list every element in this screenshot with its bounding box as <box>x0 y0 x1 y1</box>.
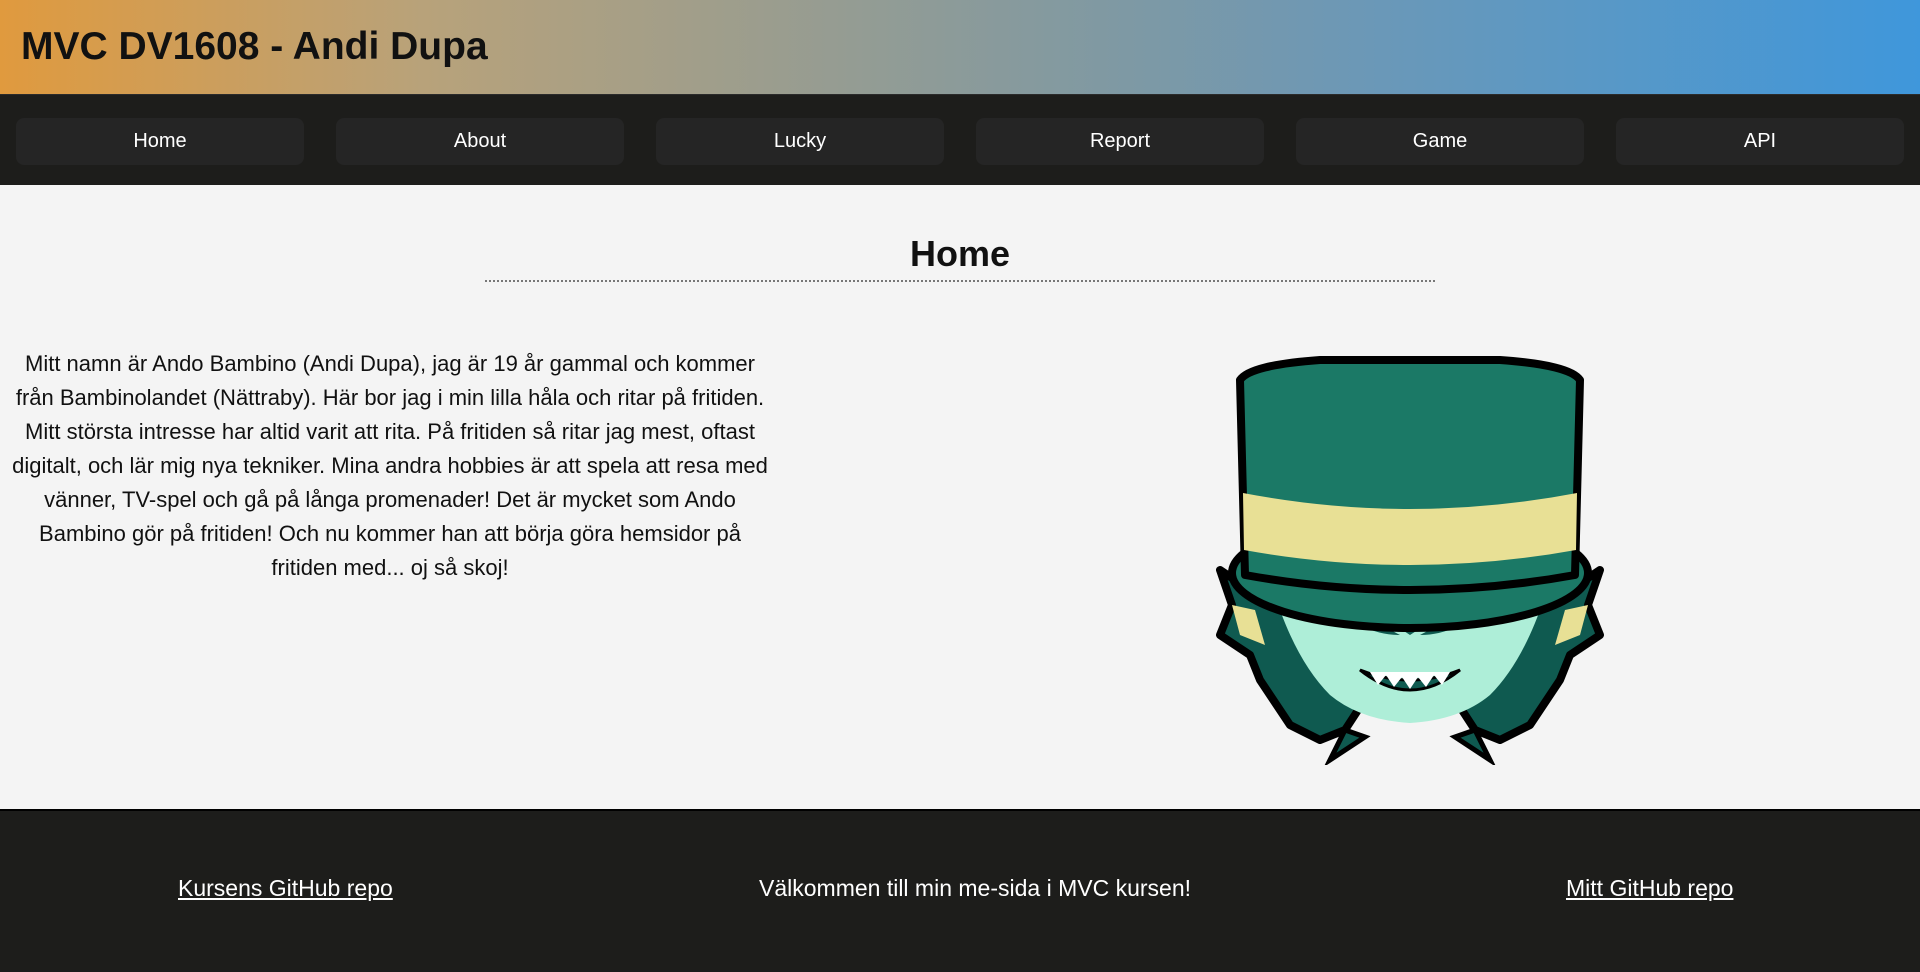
nav-home[interactable]: Home <box>16 118 304 165</box>
site-header: MVC DV1608 - Andi Dupa <box>0 0 1920 95</box>
intro-paragraph: Mitt namn är Ando Bambino (Andi Dupa), j… <box>12 351 768 580</box>
top-hat-character-icon <box>1216 356 1604 765</box>
main-content: Home Mitt namn är Ando Bambino (Andi Dup… <box>0 185 1920 809</box>
nav-about[interactable]: About <box>336 118 624 165</box>
site-footer: Kursens GitHub repo Välkommen till min m… <box>0 809 1920 972</box>
page-title: Home <box>485 230 1435 282</box>
nav-lucky[interactable]: Lucky <box>656 118 944 165</box>
my-github-link[interactable]: Mitt GitHub repo <box>1566 874 1733 902</box>
nav-game[interactable]: Game <box>1296 118 1584 165</box>
footer-welcome-text: Välkommen till min me-sida i MVC kursen! <box>759 875 1192 901</box>
nav-api[interactable]: API <box>1616 118 1904 165</box>
nav-report[interactable]: Report <box>976 118 1264 165</box>
course-github-link[interactable]: Kursens GitHub repo <box>178 874 393 902</box>
site-title: MVC DV1608 - Andi Dupa <box>21 25 488 68</box>
main-nav: Home About Lucky Report Game API <box>0 95 1920 185</box>
